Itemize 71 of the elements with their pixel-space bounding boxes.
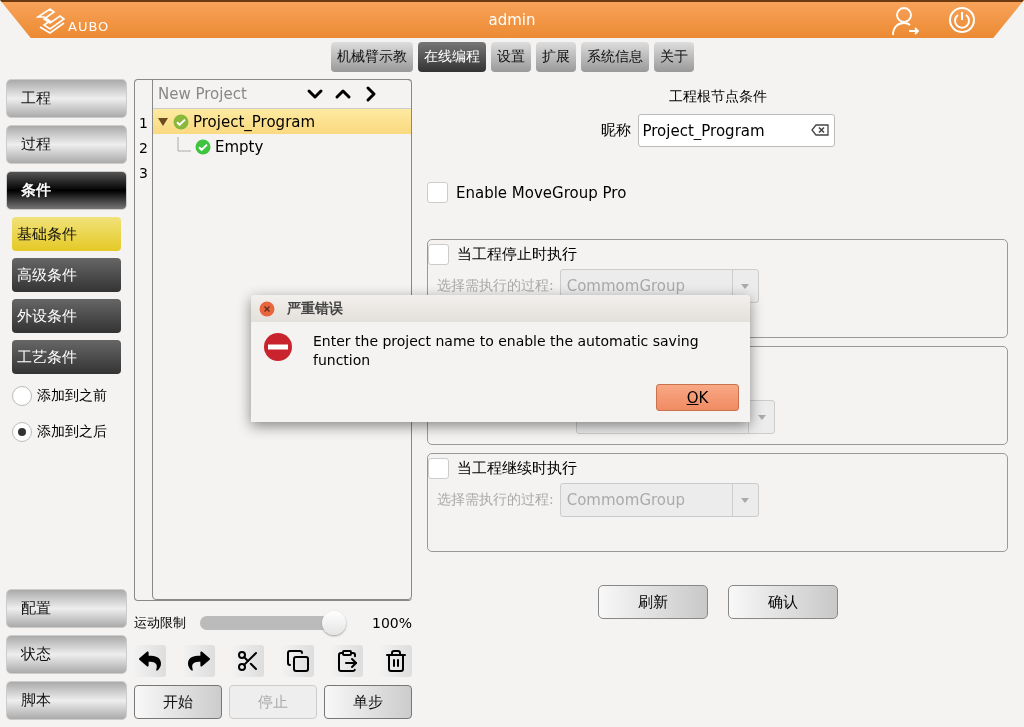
tab[interactable]: 系统信息 [580,42,649,72]
radio-button[interactable] [12,422,32,442]
speed-slider[interactable] [200,611,346,635]
slider-value: 100% [371,615,412,631]
copy-button[interactable] [281,645,314,677]
undo-button[interactable] [134,645,166,677]
sidebar-item[interactable]: 状态 [6,635,127,674]
dialog-title: 严重错误 [287,299,343,318]
check-icon [173,113,189,130]
logo-icon [36,8,66,34]
run-button[interactable]: 开始 [134,685,222,719]
dropdown-arrow-icon [757,414,766,420]
slider-thumb[interactable] [322,611,346,635]
panel-button[interactable]: 刷新 [597,585,708,619]
trash-button[interactable] [379,645,412,677]
redo-button[interactable] [183,645,216,677]
user-switch-icon[interactable] [892,6,920,36]
tab[interactable]: 在线编程 [417,42,486,72]
sub-item[interactable]: 外设条件 [12,299,121,333]
sidebar-item[interactable]: 脚本 [6,681,127,720]
copy-icon [285,649,310,673]
dialog-message: Enter the project name to enable the automatic saving function [313,332,700,370]
sidebar-item[interactable]: 工程 [6,79,127,118]
dropdown-arrow-icon [741,497,750,503]
checkbox-label: Enable MoveGroup Pro [456,183,627,202]
combo-label: 选择需执行的过程: [437,491,554,509]
sub-item[interactable]: 基础条件 [12,217,121,251]
radio-label: 添加到之后 [37,423,107,441]
tab[interactable]: 设置 [490,42,531,72]
line-number: 3 [138,164,149,183]
trash-icon [383,649,408,673]
dropdown-arrow-icon [741,283,750,289]
tab[interactable]: 机械臂示教 [330,42,413,72]
line-number: 2 [138,139,149,158]
window-title: admin [488,11,536,29]
nickname-field[interactable]: Project_Program [637,114,835,147]
checkbox-label: 当工程停止时执行 [457,244,577,264]
radio-label: 添加到之前 [37,387,107,405]
checkbox-label: 当工程继续时执行 [457,458,577,478]
checkbox[interactable] [427,182,448,203]
run-button[interactable]: 单步 [324,685,412,719]
sidebar-item[interactable]: 条件 [6,171,127,210]
sidebar-item[interactable]: 过程 [6,125,127,164]
line-number: 1 [138,114,149,133]
clear-icon[interactable] [810,124,829,136]
check-icon [195,138,211,155]
sidebar-item[interactable]: 配置 [6,589,127,628]
panel-title: 工程根节点条件 [667,88,768,106]
expand-arrow-icon[interactable] [157,116,169,127]
scissors-button[interactable] [232,645,265,677]
undo-icon [139,650,161,672]
sub-item[interactable]: 高级条件 [12,258,121,292]
checkbox[interactable] [428,243,449,265]
field-label: 昵称 [600,121,631,140]
panel-button[interactable]: 确认 [727,585,838,619]
checkbox[interactable] [428,457,449,479]
sub-item[interactable]: 工艺条件 [12,340,121,374]
tree-item[interactable]: Project_Program [153,109,411,134]
logo-text: AUBO [68,19,110,34]
radio-button[interactable] [12,386,32,406]
ok-button[interactable]: OK [656,384,739,411]
tab[interactable]: 关于 [653,42,694,72]
tree-title: New Project [158,85,248,103]
close-icon[interactable] [259,300,275,317]
slider-label: 运动限制 [134,614,186,632]
paste-button[interactable] [330,645,363,677]
tree-item[interactable]: Empty [153,134,411,159]
combo-label: 选择需执行的过程: [437,277,554,295]
error-icon [263,332,293,362]
redo-icon [188,650,211,672]
tab[interactable]: 扩展 [535,42,576,72]
